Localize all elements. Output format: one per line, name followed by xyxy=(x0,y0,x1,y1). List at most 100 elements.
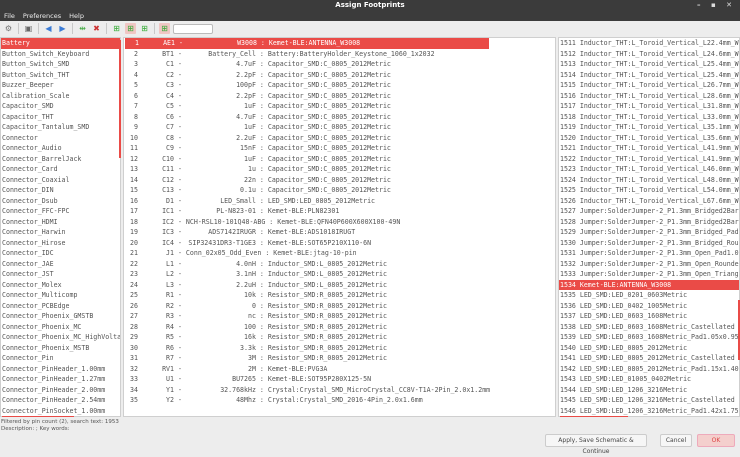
library-scrollbar[interactable] xyxy=(119,40,121,158)
menu-file[interactable]: File xyxy=(4,12,15,20)
library-item[interactable]: Connector_JST xyxy=(1,269,120,280)
footprint-item[interactable]: 1512 Inductor_THT:L_Toroid_Vertical_L24.… xyxy=(559,49,739,60)
footprint-list[interactable]: 1511 Inductor_THT:L_Toroid_Vertical_L22.… xyxy=(558,37,740,417)
component-row[interactable]: 20 IC4 - SIP32431DR3-T1GE3 : Kemet-BLE:SO… xyxy=(124,238,555,249)
footprint-item[interactable]: 1540 LED_SMD:LED_0805_2012Metric xyxy=(559,343,739,354)
component-row[interactable]: 1 AE1 - W3008 : Kemet-BLE:ANTENNA_W3008 xyxy=(125,38,489,49)
library-item[interactable]: Connector_Hirose xyxy=(1,238,120,249)
component-row[interactable]: 28 R4 - 100 : Resistor_SMD:R_0805_2012Met… xyxy=(124,322,555,333)
component-row[interactable]: 5 C3 - 100pF : Capacitor_SMD:C_0805_2012M… xyxy=(124,80,555,91)
component-row[interactable]: 29 R5 - 16k : Resistor_SMD:R_0805_2012Met… xyxy=(124,332,555,343)
component-row[interactable]: 8 C6 - 4.7uF : Capacitor_SMD:C_0805_2012M… xyxy=(124,112,555,123)
footprint-item[interactable]: 1517 Inductor_THT:L_Toroid_Vertical_L31.… xyxy=(559,101,739,112)
component-row[interactable]: 25 R1 - 10k : Resistor_SMD:R_0805_2012Met… xyxy=(124,290,555,301)
footprint-item[interactable]: 1521 Inductor_THT:L_Toroid_Vertical_L41.… xyxy=(559,143,739,154)
footprint-item[interactable]: 1532 Jumper:SolderJumper-2_P1.3mm_Open_R… xyxy=(559,259,739,270)
footprint-item[interactable]: 1541 LED_SMD:LED_0805_2012Metric_Castell… xyxy=(559,353,739,364)
apply-save-continue-button[interactable]: Apply, Save Schematic & Continue xyxy=(545,434,647,455)
library-item[interactable]: Button_Switch_THT xyxy=(1,70,120,81)
footprint-item[interactable]: 1536 LED_SMD:LED_0402_1005Metric xyxy=(559,301,739,312)
library-item[interactable]: Connector_Phoenix_MC xyxy=(1,322,120,333)
footprint-item[interactable]: 1534 Kemet-BLE:ANTENNA_W3008 xyxy=(559,279,739,290)
footprint-item[interactable]: 1529 Jumper:SolderJumper-2_P1.3mm_Bridge… xyxy=(559,227,739,238)
library-item[interactable]: Connector_Audio xyxy=(1,143,120,154)
component-row[interactable]: 10 C8 - 2.2uF : Capacitor_SMD:C_0805_2012… xyxy=(124,133,555,144)
component-row[interactable]: 31 R7 - 3M : Resistor_SMD:R_0805_2012Metr… xyxy=(124,353,555,364)
component-row[interactable]: 33 U1 - BU7265 : Kemet-BLE:SOT95P280X125-… xyxy=(124,374,555,385)
library-item[interactable]: Connector_Pin xyxy=(1,353,120,364)
component-row[interactable]: 34 Y1 - 32.768kHz : Crystal:Crystal_SMD_M… xyxy=(124,385,555,396)
library-item[interactable]: Connector_PinHeader_2.54mm xyxy=(1,395,120,406)
component-row[interactable]: 12 C10 - 1uF : Capacitor_SMD:C_0805_2012M… xyxy=(124,154,555,165)
component-row[interactable]: 19 IC3 - ADS7142IRUGR : Kemet-BLE:ADS1018… xyxy=(124,227,555,238)
component-row[interactable]: 13 C11 - 1u : Capacitor_SMD:C_0805_2012Me… xyxy=(124,164,555,175)
library-item[interactable]: Connector_PinHeader_1.27mm xyxy=(1,374,120,385)
component-row[interactable]: 26 R2 - 0 : Resistor_SMD:R_0805_2012Metri… xyxy=(124,301,555,312)
ok-button[interactable]: OK xyxy=(697,434,735,447)
library-item[interactable]: Connector_JAE xyxy=(1,259,120,270)
footprint-item[interactable]: 1544 LED_SMD:LED_1206_3216Metric xyxy=(559,385,739,396)
window-controls[interactable]: – ▪ ✕ xyxy=(697,0,736,11)
footprint-item[interactable]: 1525 Inductor_THT:L_Toroid_Vertical_L54.… xyxy=(559,185,739,196)
cancel-button[interactable]: Cancel xyxy=(660,434,692,447)
component-row[interactable]: 11 C9 - 15nF : Capacitor_SMD:C_0805_2012M… xyxy=(124,143,555,154)
footprint-item[interactable]: 1518 Inductor_THT:L_Toroid_Vertical_L33.… xyxy=(559,112,739,123)
library-item[interactable]: Buzzer_Beeper xyxy=(1,80,120,91)
library-item[interactable]: Connector_Molex xyxy=(1,280,120,291)
library-item[interactable]: Battery xyxy=(1,38,120,49)
footprint-item[interactable]: 1514 Inductor_THT:L_Toroid_Vertical_L25.… xyxy=(559,70,739,81)
footprint-item[interactable]: 1530 Jumper:SolderJumper-2_P1.3mm_Bridge… xyxy=(559,238,739,249)
next-arrow-icon[interactable]: ▶ xyxy=(57,23,68,34)
menu-help[interactable]: Help xyxy=(69,12,84,20)
library-item[interactable]: Connector_Phoenix_GMSTB xyxy=(1,311,120,322)
library-item[interactable]: Connector xyxy=(1,133,120,144)
library-item[interactable]: Capacitor_Tantalum_SMD xyxy=(1,122,120,133)
footprint-item[interactable]: 1522 Inductor_THT:L_Toroid_Vertical_L41.… xyxy=(559,154,739,165)
component-row[interactable]: 24 L3 - 2.2uH : Inductor_SMD:L_0805_2012M… xyxy=(124,280,555,291)
footprint-item[interactable]: 1513 Inductor_THT:L_Toroid_Vertical_L25.… xyxy=(559,59,739,70)
component-row[interactable]: 22 L1 - 4.0nH : Inductor_SMD:L_0805_2012M… xyxy=(124,259,555,270)
auto-associate-icon[interactable]: ⇹ xyxy=(77,23,88,34)
component-row[interactable]: 14 C12 - 22n : Capacitor_SMD:C_0805_2012M… xyxy=(124,175,555,186)
library-item[interactable]: Button_Switch_Keyboard xyxy=(1,49,120,60)
library-item[interactable]: Connector_Phoenix_MSTB xyxy=(1,343,120,354)
footprint-item[interactable]: 1528 Jumper:SolderJumper-2_P1.3mm_Bridge… xyxy=(559,217,739,228)
footprint-item[interactable]: 1531 Jumper:SolderJumper-2_P1.3mm_Open_P… xyxy=(559,248,739,259)
component-list[interactable]: 1 AE1 - W3008 : Kemet-BLE:ANTENNA_W3008 2 B… xyxy=(123,37,556,417)
filter-pin-count-icon[interactable]: ⊞ xyxy=(125,23,136,34)
library-item[interactable]: Connector_IDC xyxy=(1,248,120,259)
filter-text-icon[interactable]: ⊞ xyxy=(159,23,170,34)
library-item[interactable]: Capacitor_SMD xyxy=(1,101,120,112)
library-item[interactable]: Connector_Dsub xyxy=(1,196,120,207)
footprint-item[interactable]: 1537 LED_SMD:LED_0603_1608Metric xyxy=(559,311,739,322)
component-row[interactable]: 27 R3 - nc : Resistor_SMD:R_0805_2012Metr… xyxy=(124,311,555,322)
component-row[interactable]: 16 D1 - LED_Small : LED_SMD:LED_0805_2012… xyxy=(124,196,555,207)
component-row[interactable]: 2 BT1 - Battery_Cell : Battery:BatteryHol… xyxy=(124,49,555,60)
component-row[interactable]: 15 C13 - 0.1u : Capacitor_SMD:C_0805_2012… xyxy=(124,185,555,196)
library-item[interactable]: Connector_PinHeader_1.00mm xyxy=(1,364,120,375)
filter-keywords-icon[interactable]: ⊞ xyxy=(111,23,122,34)
component-row[interactable]: 9 C7 - 1uF : Capacitor_SMD:C_0805_2012Met… xyxy=(124,122,555,133)
component-row[interactable]: 21 J1 - Conn_02x05_Odd_Even : Kemet-BLE:j… xyxy=(124,248,555,259)
footprint-item[interactable]: 1515 Inductor_THT:L_Toroid_Vertical_L26.… xyxy=(559,80,739,91)
component-row[interactable]: 23 L2 - 3.1nH : Inductor_SMD:L_0805_2012M… xyxy=(124,269,555,280)
footprint-item[interactable]: 1539 LED_SMD:LED_0603_1608Metric_Pad1.05… xyxy=(559,332,739,343)
component-row[interactable]: 17 IC1 - PL-N823-01 : Kemet-BLE:PLN82301 xyxy=(124,206,555,217)
library-item[interactable]: Capacitor_THT xyxy=(1,112,120,123)
component-row[interactable]: 18 IC2 - NCH-RSL10-101Q48-ABG : Kemet-BLE… xyxy=(124,217,555,228)
component-row[interactable]: 7 C5 - 1uF : Capacitor_SMD:C_0805_2012Met… xyxy=(124,101,555,112)
library-item[interactable]: Connector_PCBEdge xyxy=(1,301,120,312)
footprint-item[interactable]: 1524 Inductor_THT:L_Toroid_Vertical_L48.… xyxy=(559,175,739,186)
footprint-item[interactable]: 1516 Inductor_THT:L_Toroid_Vertical_L28.… xyxy=(559,91,739,102)
component-row[interactable]: 3 C1 - 4.7uF : Capacitor_SMD:C_0805_2012M… xyxy=(124,59,555,70)
footprint-item[interactable]: 1511 Inductor_THT:L_Toroid_Vertical_L22.… xyxy=(559,38,739,49)
footprint-hscrollbar[interactable] xyxy=(560,416,628,417)
footprint-item[interactable]: 1526 Inductor_THT:L_Toroid_Vertical_L67.… xyxy=(559,196,739,207)
menu-preferences[interactable]: Preferences xyxy=(23,12,61,20)
component-row[interactable]: 6 C4 - 2.2pF : Capacitor_SMD:C_0805_2012M… xyxy=(124,91,555,102)
library-item[interactable]: Connector_BarrelJack xyxy=(1,154,120,165)
library-item[interactable]: Calibration_Scale xyxy=(1,91,120,102)
settings-gear-icon[interactable]: ⚙ xyxy=(3,23,14,34)
library-item[interactable]: Connector_FFC-FPC xyxy=(1,206,120,217)
library-item[interactable]: Connector_HDMI xyxy=(1,217,120,228)
